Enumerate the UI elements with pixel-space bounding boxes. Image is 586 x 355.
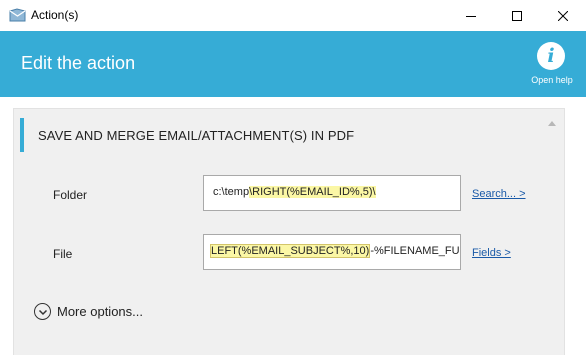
app-envelope-icon [9,8,26,22]
folder-value-prefix: c:\temp [213,186,250,198]
folder-value-highlight: \RIGHT(%EMAIL_ID%,5)\ [249,186,376,198]
file-label: File [53,247,73,261]
file-input[interactable]: LEFT(%EMAIL_SUBJECT%,10)-%FILENAME_FU [203,234,461,270]
search-link[interactable]: Search... > [472,188,526,200]
page-title: Edit the action [21,53,136,73]
minimize-button[interactable] [448,0,494,31]
section-header: SAVE AND MERGE EMAIL/ATTACHMENT(S) IN PD… [20,118,520,152]
close-icon [558,10,568,21]
chevron-down-circle-icon [34,303,51,320]
dialog-body: SAVE AND MERGE EMAIL/ATTACHMENT(S) IN PD… [0,97,586,355]
open-help-label: Open help [531,75,573,85]
help-i-icon: i [537,42,565,70]
section-accent-bar [20,118,24,152]
fields-link[interactable]: Fields > [472,247,511,259]
maximize-button[interactable] [494,0,540,31]
minimize-icon [466,15,476,17]
file-value-highlight: LEFT(%EMAIL_SUBJECT%,10) [210,244,371,258]
open-help-button[interactable]: i Open help [524,40,580,92]
vertical-scrollbar[interactable] [546,114,558,355]
file-value-suffix: -%FILENAME_FU [370,245,460,257]
close-button[interactable] [540,0,586,31]
folder-label: Folder [53,188,88,202]
window-title: Action(s) [31,8,79,22]
scroll-up-arrow-icon[interactable] [548,120,556,126]
header-banner: Edit the action i Open help [0,31,586,97]
maximize-icon [512,10,522,21]
more-options-label: More options... [57,304,143,319]
section-title: SAVE AND MERGE EMAIL/ATTACHMENT(S) IN PD… [38,128,355,143]
folder-input[interactable]: c:\temp\RIGHT(%EMAIL_ID%,5)\ [203,175,461,211]
title-bar: Action(s) [0,0,586,31]
